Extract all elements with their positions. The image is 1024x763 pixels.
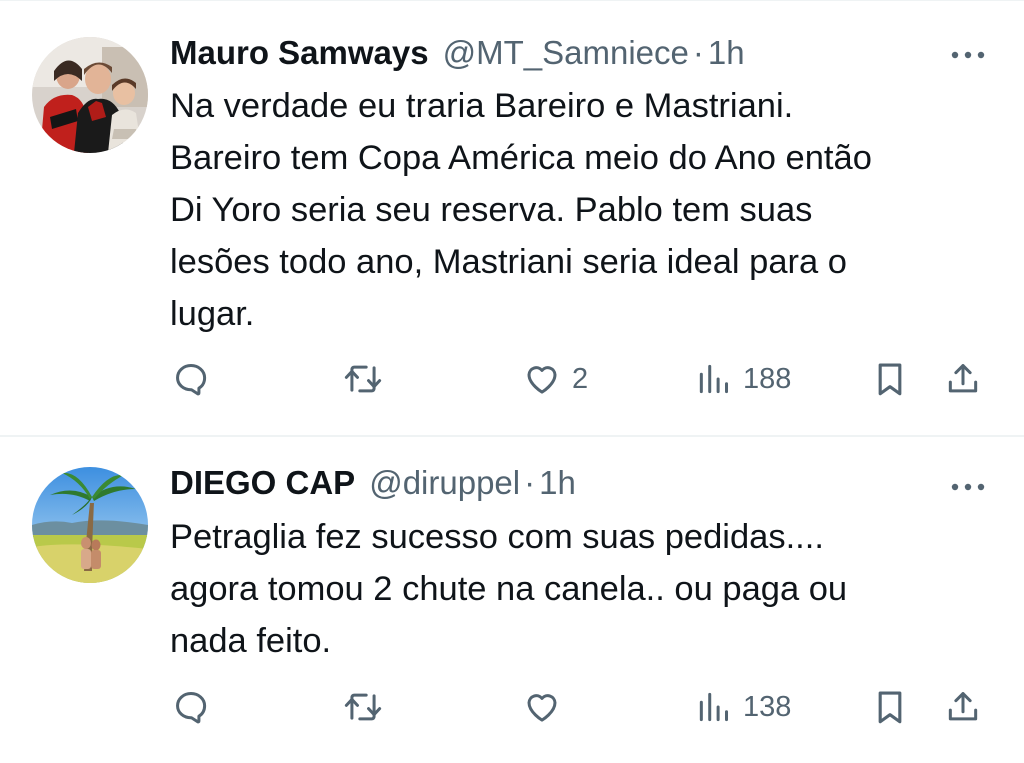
bookmark-button[interactable] [872, 355, 908, 403]
display-name[interactable]: DIEGO CAP [170, 464, 355, 502]
speech-bubble-icon [176, 692, 207, 724]
view-count: 138 [743, 690, 792, 723]
speech-bubble-icon [176, 364, 207, 396]
like-button[interactable] [522, 683, 572, 731]
more-dots-icon [951, 483, 985, 491]
share-upload-icon [948, 692, 978, 721]
view-count: 188 [743, 362, 792, 395]
action-bar: 2 188 [0, 355, 1024, 403]
more-options-button[interactable] [946, 477, 990, 497]
heart-outline-icon [527, 366, 557, 394]
retweet-button[interactable] [342, 683, 394, 731]
bookmark-button[interactable] [872, 683, 908, 731]
display-name[interactable]: Mauro Samways [170, 34, 429, 72]
user-handle[interactable]: @diruppel [369, 464, 520, 502]
bookmark-icon [878, 691, 902, 724]
bar-chart-icon [699, 692, 729, 722]
action-bar: 138 [0, 683, 1024, 731]
family-photo-avatar [32, 37, 148, 153]
tweet[interactable]: DIEGO CAP @diruppel · 1h Petraglia fez s… [0, 437, 1024, 763]
retweet-button[interactable] [342, 355, 394, 403]
heart-outline-icon [527, 694, 557, 722]
tweet-header: Mauro Samways @MT_Samniece · 1h [170, 34, 745, 78]
user-handle[interactable]: @MT_Samniece [443, 34, 689, 72]
share-upload-icon [948, 364, 978, 393]
separator-dot: · [524, 464, 536, 501]
more-options-button[interactable] [946, 45, 990, 65]
timestamp[interactable]: 1h [539, 464, 576, 502]
views-button[interactable]: 188 [695, 355, 791, 403]
reply-button[interactable] [172, 683, 220, 731]
share-button[interactable] [944, 355, 982, 403]
tweet-text: Petraglia fez sucesso com suas pedidas..… [170, 518, 848, 660]
like-count: 2 [572, 362, 589, 395]
avatar[interactable] [32, 37, 148, 153]
reply-button[interactable] [172, 355, 220, 403]
separator-dot: · [692, 34, 704, 71]
like-button[interactable]: 2 [522, 355, 588, 403]
more-dots-icon [951, 51, 985, 59]
tweet[interactable]: Mauro Samways @MT_Samniece · 1h Na verda… [0, 0, 1024, 436]
views-button[interactable]: 138 [695, 683, 791, 731]
timestamp[interactable]: 1h [708, 34, 745, 72]
palm-tree-photo-avatar [32, 467, 148, 583]
avatar[interactable] [32, 467, 148, 583]
tweet-header: DIEGO CAP @diruppel · 1h [170, 464, 576, 508]
bar-chart-icon [699, 364, 729, 394]
tweet-text: Na verdade eu traria Bareiro e Mastriani… [170, 87, 872, 333]
bookmark-icon [878, 363, 902, 396]
share-button[interactable] [944, 683, 982, 731]
retweet-arrows-icon [344, 693, 382, 721]
retweet-arrows-icon [344, 365, 382, 393]
